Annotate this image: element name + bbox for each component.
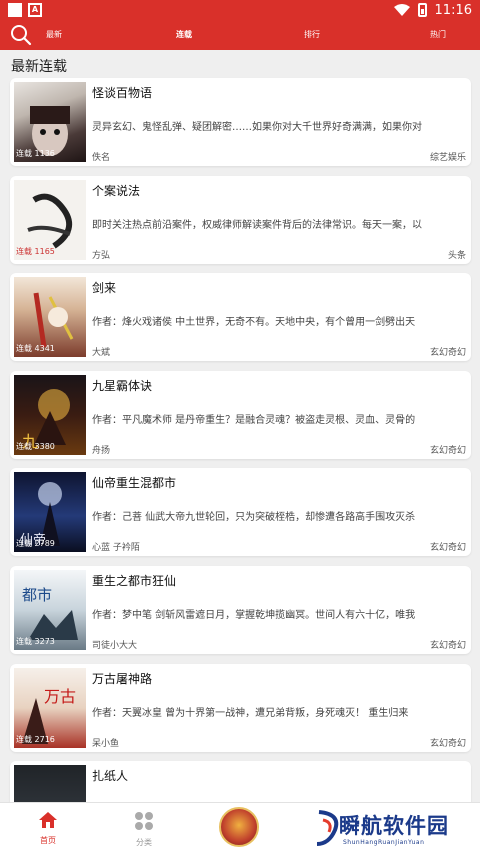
book-desc: 作者：梦中笔 剑斩风雷遮日月，掌握乾坤揽幽冥。世间人有六十亿，唯我 xyxy=(92,609,416,621)
book-title: 个案说法 xyxy=(92,183,141,198)
watermark-text: 瞬航软件园 xyxy=(339,814,449,838)
book-title: 仙帝重生混都市 xyxy=(92,476,177,491)
book-card[interactable]: 九 连载 3380 九星霸体诀 作者：平凡魔术师 是丹帝重生？是融合灵魂？被盗走… xyxy=(10,370,471,459)
nav-category-label: 分类 xyxy=(136,838,152,847)
section-title: 最新连载 xyxy=(11,59,67,75)
status-time: 11:16 xyxy=(434,2,472,18)
book-category: 玄幻奇幻 xyxy=(429,348,466,359)
book-tag: 连载 4341 xyxy=(16,344,55,354)
center-feature-button[interactable] xyxy=(219,807,259,847)
book-cover: 万古 连载 2716 xyxy=(14,667,86,748)
notification-icon xyxy=(8,3,22,17)
book-author: 大斌 xyxy=(92,348,111,359)
book-category: 综艺娱乐 xyxy=(429,153,466,163)
book-category: 玄幻奇幻 xyxy=(429,445,466,456)
book-tag: 连载 3380 xyxy=(16,441,55,451)
home-icon xyxy=(39,812,57,828)
nav-home-label: 首页 xyxy=(40,836,56,845)
book-cover: 连载 1136 xyxy=(14,82,86,162)
top-nav: 最新 连载 排行 热门 xyxy=(0,20,480,50)
nav-category[interactable]: 分类 xyxy=(119,811,169,848)
book-card[interactable]: 连载 1165 个案说法 即时关注热点前沿案件，权威律师解读案件背后的法律常识。… xyxy=(10,175,471,264)
tab-latest[interactable]: 最新 xyxy=(29,20,79,50)
svg-text:都市: 都市 xyxy=(22,586,52,604)
book-cover: 九 连载 3380 xyxy=(14,374,86,455)
book-tag: 连载 2789 xyxy=(16,539,55,549)
battery-icon xyxy=(417,3,427,17)
book-card[interactable]: 连载 1136 怪谈百物语 灵异玄幻、鬼怪乱弹、疑团解密……如果你对大千世界好奇… xyxy=(10,78,471,166)
book-desc: 作者：天翼冰皇 曾为十界第一战神，遭兄弟背叛，身死魂灭！ 重生归来 xyxy=(92,707,409,719)
book-card[interactable]: 都市 连载 3273 重生之都市狂仙 作者：梦中笔 剑斩风雷遮日月，掌握乾坤揽幽… xyxy=(10,565,471,654)
book-cover: 都市 连载 3273 xyxy=(14,569,86,650)
book-tag: 连载 1136 xyxy=(16,149,55,158)
book-author: 呆小鱼 xyxy=(92,738,120,749)
book-desc: 即时关注热点前沿案件，权威律师解读案件背后的法律常识。每天一案，以 xyxy=(92,219,422,231)
book-desc: 灵异玄幻、鬼怪乱弹、疑团解密……如果你对大千世界好奇满满，如果你对 xyxy=(92,122,422,133)
tab-popular[interactable]: 热门 xyxy=(413,20,463,50)
svg-text:万古: 万古 xyxy=(44,687,76,706)
book-cover: 连载 4341 xyxy=(14,277,86,358)
book-category: 头条 xyxy=(447,250,466,261)
wifi-icon xyxy=(393,4,410,16)
book-tag: 连载 1165 xyxy=(16,246,55,256)
book-category: 玄幻奇幻 xyxy=(429,738,466,749)
book-author: 司徒小大大 xyxy=(92,640,138,651)
book-title: 九星霸体诀 xyxy=(92,378,153,393)
category-grid-icon xyxy=(135,812,153,830)
book-card[interactable]: 仙帝 连载 2789 仙帝重生混都市 作者：己菩 仙武大帝九世轮回，只为突破桎梏… xyxy=(10,468,471,557)
nav-home[interactable]: 首页 xyxy=(23,811,73,846)
book-author: 舟扬 xyxy=(92,445,111,456)
tab-ranking[interactable]: 排行 xyxy=(287,20,337,50)
tab-serial[interactable]: 连载 xyxy=(159,20,209,50)
book-author: 方弘 xyxy=(92,250,111,261)
app-notification-icon: A xyxy=(28,3,42,17)
book-desc: 作者：平凡魔术师 是丹帝重生？是融合灵魂？被盗走灵根、灵血、灵骨的 xyxy=(92,414,416,426)
book-title: 万古屠神路 xyxy=(92,671,153,686)
book-author: 心蓝 子衿陌 xyxy=(92,543,140,554)
book-cover: 连载 1165 xyxy=(14,179,86,260)
book-tag: 连载 2716 xyxy=(16,734,55,744)
status-bar: A 11:16 xyxy=(0,0,480,20)
book-card[interactable]: 万古 连载 2716 万古屠神路 作者：天翼冰皇 曾为十界第一战神，遭兄弟背叛，… xyxy=(10,663,471,752)
watermark-logo: 瞬航软件园 ShunHangRuanJianYuan xyxy=(313,806,473,850)
book-author: 佚名 xyxy=(92,153,111,163)
book-category: 玄幻奇幻 xyxy=(429,640,466,651)
book-desc: 作者：烽火戏诸侯 中土世界，无奇不有。天地中央，有个曾用一剑劈出天 xyxy=(92,317,416,329)
book-title: 重生之都市狂仙 xyxy=(92,573,177,588)
watermark-subtext: ShunHangRuanJianYuan xyxy=(343,839,425,846)
book-cover: 仙帝 连载 2789 xyxy=(14,472,86,553)
book-tag: 连载 3273 xyxy=(16,636,55,646)
book-desc: 作者：己菩 仙武大帝九世轮回，只为突破桎梏，却惨遭各路高手围攻灭杀 xyxy=(92,512,416,524)
book-title: 怪谈百物语 xyxy=(92,86,153,100)
book-title: 剑来 xyxy=(92,281,117,296)
book-list: 连载 1136 怪谈百物语 灵异玄幻、鬼怪乱弹、疑团解密……如果你对大千世界好奇… xyxy=(10,78,471,852)
book-title: 扎纸人 xyxy=(92,769,129,784)
book-card[interactable]: 连载 4341 剑来 作者：烽火戏诸侯 中土世界，无奇不有。天地中央，有个曾用一… xyxy=(10,273,471,362)
book-category: 玄幻奇幻 xyxy=(429,543,466,554)
